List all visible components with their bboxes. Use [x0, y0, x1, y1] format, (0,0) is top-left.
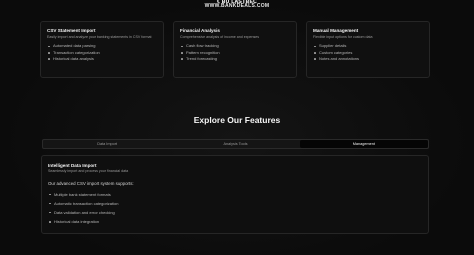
- list-item-label: Historical data integration: [54, 219, 100, 225]
- list-item-label: Pattern recognition: [186, 49, 220, 55]
- panel-description: Seamlessly import and process your finan…: [48, 169, 129, 173]
- list-item: Multiple bank statement formats: [48, 190, 422, 199]
- bullet-icon: [314, 45, 316, 48]
- card-title: CSV Statement Import: [47, 28, 96, 33]
- list-item-label: Automatic transaction categorization: [54, 201, 119, 207]
- list-item: Notes and annotations: [313, 56, 423, 62]
- bullet-icon: [181, 45, 183, 48]
- list-item-label: Multiple bank statement formats: [54, 192, 111, 197]
- list-item-label: Notes and annotations: [319, 55, 360, 61]
- list-item-label: Automated data parsing: [53, 43, 96, 49]
- tab-analysis-tools[interactable]: Analysis Tools: [171, 140, 299, 148]
- bullet-icon: [49, 202, 51, 205]
- bullet-icon: [48, 45, 50, 48]
- list-item: Trend forecasting: [180, 56, 290, 62]
- list-item-label: Custom categories: [319, 49, 353, 55]
- feature-tabs: Data Import Analysis Tools Management: [42, 139, 429, 149]
- bullet-icon: [48, 52, 50, 54]
- card-feature-list: Automated data parsing Transaction categ…: [47, 43, 157, 62]
- list-item-label: Supplier details: [319, 43, 347, 49]
- panel-intro: Our advanced CSV import system supports:: [48, 181, 134, 186]
- bullet-icon: [181, 52, 183, 54]
- tab-management[interactable]: Management: [299, 140, 428, 148]
- list-item-label: Trend forecasting: [186, 55, 217, 61]
- bullet-icon: [181, 58, 183, 60]
- card-description: Comprehensive analysis of income and exp…: [180, 35, 260, 39]
- tab-data-import[interactable]: Data Import: [43, 140, 171, 148]
- list-item-label: Historical data analysis: [53, 55, 94, 61]
- tab-content-panel: Intelligent Data Import Seamlessly impor…: [41, 155, 429, 234]
- feature-card-csv-import: CSV Statement Import Easily import and a…: [40, 21, 164, 78]
- card-description: Easily import and analyze your banking s…: [47, 35, 152, 39]
- feature-card-financial-analysis: Financial Analysis Comprehensive analysi…: [173, 21, 297, 78]
- card-feature-list: Cash flow tracking Pattern recognition T…: [180, 43, 290, 62]
- list-item: Data validation and error checking: [48, 208, 422, 217]
- banner-line-2: WWW.BANKDEALS.COM: [204, 3, 270, 9]
- card-title: Manual Management: [313, 28, 359, 33]
- bullet-icon: [49, 211, 51, 214]
- bullet-icon: [314, 52, 316, 54]
- list-item: Automatic transaction categorization: [48, 199, 422, 208]
- bullet-icon: [49, 193, 51, 196]
- feature-cards: CSV Statement Import Easily import and a…: [40, 21, 430, 78]
- top-banner: € 𝐁𝐔 𝐋𝐀𝐒𝐓𝐁𝐄𝐂 WWW.BANKDEALS.COM: [0, 0, 474, 9]
- bullet-icon: [314, 58, 316, 60]
- list-item-label: Transaction categorization: [53, 49, 100, 55]
- bullet-icon: [49, 221, 51, 223]
- panel-feature-list: Multiple bank statement formats Automati…: [48, 190, 422, 226]
- list-item: Historical data integration: [48, 217, 422, 226]
- section-title: Explore Our Features: [193, 115, 281, 125]
- bullet-icon: [48, 58, 50, 60]
- list-item: Historical data analysis: [47, 56, 157, 62]
- list-item-label: Cash flow tracking: [186, 43, 219, 49]
- list-item-label: Data validation and error checking: [54, 210, 115, 216]
- feature-card-manual-management: Manual Management Flexible input options…: [306, 21, 430, 78]
- card-title: Financial Analysis: [180, 28, 220, 33]
- card-description: Flexible input options for custom data: [313, 35, 373, 39]
- features-page: € 𝐁𝐔 𝐋𝐀𝐒𝐓𝐁𝐄𝐂 WWW.BANKDEALS.COM CSV State…: [0, 0, 474, 255]
- card-feature-list: Supplier details Custom categories Notes…: [313, 43, 423, 62]
